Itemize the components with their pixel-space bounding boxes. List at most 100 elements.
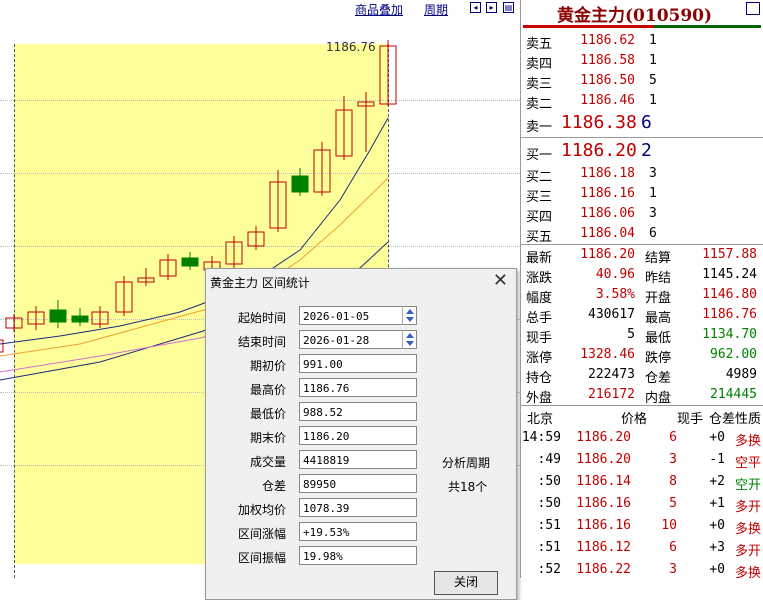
bid-label: 买四 — [526, 210, 553, 225]
ask-label: 卖四 — [526, 57, 553, 72]
chevron-up-icon[interactable] — [406, 333, 414, 338]
stat-value: 1134.70 — [702, 327, 757, 342]
period-button[interactable]: 周期 — [424, 1, 448, 18]
stat-value: 1186.20 — [580, 247, 635, 262]
tick-diff: +0 — [709, 518, 725, 533]
start-time-field[interactable]: 2026-01-05 — [299, 306, 417, 325]
range-change-field[interactable]: +19.53% — [299, 522, 417, 541]
stat-value: 1145.24 — [702, 267, 757, 282]
stat-value: 1157.88 — [702, 247, 757, 262]
open-price-field[interactable]: 991.00 — [299, 354, 417, 373]
ask-label: 卖二 — [526, 97, 553, 112]
stat-value: 1146.80 — [702, 287, 757, 302]
chevron-up-icon[interactable] — [406, 309, 414, 314]
chevron-down-icon[interactable] — [406, 341, 414, 346]
stat-value: 1328.46 — [580, 347, 635, 362]
stat-value: 222473 — [588, 367, 635, 382]
ask-volume: 1 — [649, 33, 657, 48]
tick-time: 14:59 — [521, 430, 561, 445]
stat-label: 持仓 — [526, 371, 553, 386]
bid-label: 买二 — [526, 170, 553, 185]
analysis-period-label: 分析周期 — [442, 456, 491, 470]
stat-label: 最低 — [645, 331, 672, 346]
ask-price: 1186.58 — [580, 53, 635, 68]
volume-field[interactable]: 4418819 — [299, 450, 417, 469]
bid-volume: 3 — [649, 206, 657, 221]
tick-time: :50 — [537, 496, 561, 511]
end-time-field[interactable]: 2026-01-28 — [299, 330, 417, 349]
tick-hand: 5 — [669, 496, 677, 511]
stat-label: 外盘 — [526, 391, 553, 406]
ticks-header-nature: 性质 — [735, 412, 762, 427]
tick-diff: -1 — [709, 452, 725, 467]
tick-price: 1186.16 — [576, 518, 631, 533]
high-price-label: 最高价 — [249, 383, 286, 397]
tick-nature: 多换 — [734, 522, 761, 537]
overlay-button[interactable]: 商品叠加 — [355, 1, 403, 18]
high-price-field[interactable]: 1186.76 — [299, 378, 417, 397]
stat-value: 1186.76 — [702, 307, 757, 322]
tick-price: 1186.16 — [576, 496, 631, 511]
tick-diff: +0 — [709, 562, 725, 577]
tick-nature: 多换 — [734, 434, 761, 449]
start-time-spinner[interactable] — [402, 306, 416, 325]
oi-change-field[interactable]: 89950 — [299, 474, 417, 493]
tick-nature: 空开 — [734, 478, 761, 493]
close-price-field[interactable]: 1186.20 — [299, 426, 417, 445]
close-button[interactable]: 关闭 — [434, 571, 498, 595]
tick-price: 1186.12 — [576, 540, 631, 555]
tick-nature: 多换 — [734, 566, 761, 581]
ask-label: 卖三 — [526, 77, 553, 92]
tick-price: 1186.20 — [576, 430, 631, 445]
range-stats-dialog: 黄金主力 区间统计 ✕ 起始时间 2026-01-05 结束时间 2026-01… — [205, 268, 517, 600]
bid-volume: 6 — [649, 226, 657, 241]
ticks-header-price: 价格 — [621, 412, 648, 427]
ticks-header-hand: 现手 — [677, 412, 704, 427]
bid-price: 1186.18 — [580, 166, 635, 181]
tick-hand: 3 — [669, 562, 677, 577]
stat-value: 5 — [627, 327, 635, 342]
candle-body — [71, 315, 89, 323]
stat-label: 仓差 — [645, 371, 672, 386]
weighted-avg-label: 加权均价 — [237, 503, 286, 517]
tick-diff: +1 — [709, 496, 725, 511]
tick-price: 1186.14 — [576, 474, 631, 489]
arrow-right-icon[interactable]: ▸ — [486, 2, 497, 13]
tick-hand: 8 — [669, 474, 677, 489]
chart-toolbar: 商品叠加 周期 ◂ ▸ ▤ — [0, 0, 520, 18]
bid-price: 1186.06 — [580, 206, 635, 221]
tick-diff: +2 — [709, 474, 725, 489]
stat-label: 涨停 — [526, 351, 553, 366]
tick-hand: 3 — [669, 452, 677, 467]
bid-volume: 2 — [641, 140, 652, 161]
range-change-label: 区间涨幅 — [237, 527, 286, 541]
chevron-down-icon[interactable] — [406, 317, 414, 322]
stat-value: 40.96 — [595, 267, 635, 282]
stat-value: 3.58% — [595, 287, 635, 302]
ask-volume: 5 — [649, 73, 657, 88]
end-time-spinner[interactable] — [402, 330, 416, 349]
tick-time: :51 — [537, 540, 561, 555]
stat-label: 开盘 — [645, 291, 672, 306]
start-time-label: 起始时间 — [237, 311, 286, 325]
weighted-avg-field[interactable]: 1078.39 — [299, 498, 417, 517]
ask-volume: 1 — [649, 53, 657, 68]
layout-icon[interactable]: ▤ — [503, 2, 514, 13]
low-price-field[interactable]: 988.52 — [299, 402, 417, 421]
divider — [521, 244, 763, 245]
end-time-label: 结束时间 — [237, 335, 286, 349]
arrow-left-icon[interactable]: ◂ — [470, 2, 481, 13]
window-toggle-icon[interactable] — [746, 2, 760, 15]
bid-label: 买一 — [526, 148, 553, 163]
range-amplitude-field[interactable]: 19.98% — [299, 546, 417, 565]
stat-label: 总手 — [526, 311, 553, 326]
tick-nature: 空平 — [734, 456, 761, 471]
close-icon[interactable]: ✕ — [493, 270, 508, 291]
tick-time: :50 — [537, 474, 561, 489]
ask-price: 1186.50 — [580, 73, 635, 88]
ask-volume: 1 — [649, 93, 657, 108]
tick-nature: 多开 — [734, 500, 761, 515]
dialog-title: 黄金主力 区间统计 — [210, 276, 310, 290]
bid-price: 1186.04 — [580, 226, 635, 241]
bid-volume: 1 — [649, 186, 657, 201]
